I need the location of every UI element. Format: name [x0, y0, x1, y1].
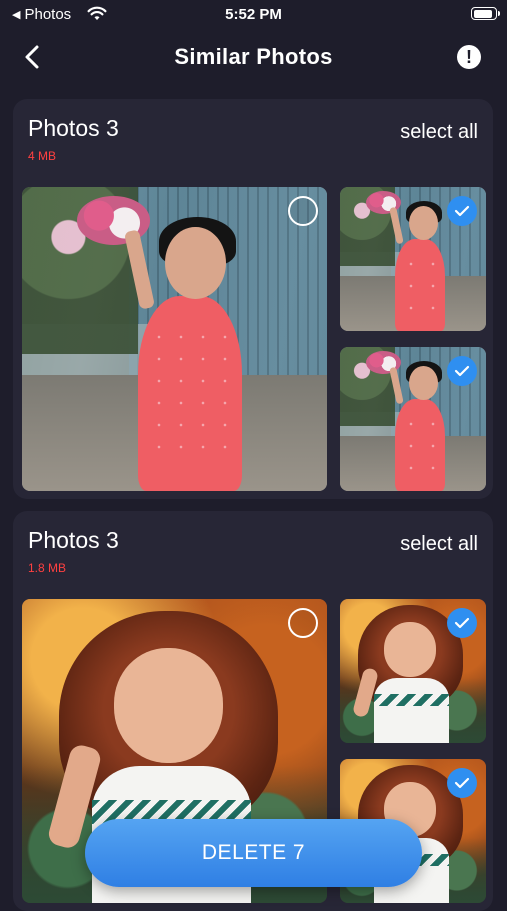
group-title: Photos 3 [28, 115, 119, 141]
group-size: 4 MB [28, 149, 57, 163]
checkmark-selected-icon[interactable] [447, 608, 477, 638]
status-bar: ◀ Photos 5:52 PM [0, 0, 507, 30]
battery-level [473, 9, 493, 18]
thumbnail-photo[interactable] [340, 347, 486, 491]
battery-icon [471, 7, 500, 20]
navigation-bar: Similar Photos ! [0, 30, 507, 86]
select-all-button[interactable]: select all [400, 533, 478, 556]
unselected-circle-icon[interactable] [288, 608, 318, 638]
photo-group-1: Photos 3 4 MB select all [13, 99, 493, 499]
select-all-button[interactable]: select all [400, 121, 478, 144]
delete-button[interactable]: DELETE 7 [85, 819, 422, 887]
page-title: Similar Photos [174, 44, 333, 69]
group-title: Photos 3 [28, 527, 119, 553]
checkmark-selected-icon[interactable] [447, 768, 477, 798]
thumbnail-photo[interactable] [340, 187, 486, 331]
checkmark-selected-icon[interactable] [447, 196, 477, 226]
thumbnail-photo[interactable] [340, 599, 486, 743]
group-size: 1.8 MB [28, 561, 67, 575]
unselected-circle-icon[interactable] [288, 196, 318, 226]
checkmark-selected-icon[interactable] [447, 356, 477, 386]
photo-image [22, 187, 327, 491]
main-photo[interactable] [22, 187, 327, 491]
status-time: 5:52 PM [225, 6, 282, 23]
exclamation-circle-icon[interactable]: ! [457, 45, 481, 69]
